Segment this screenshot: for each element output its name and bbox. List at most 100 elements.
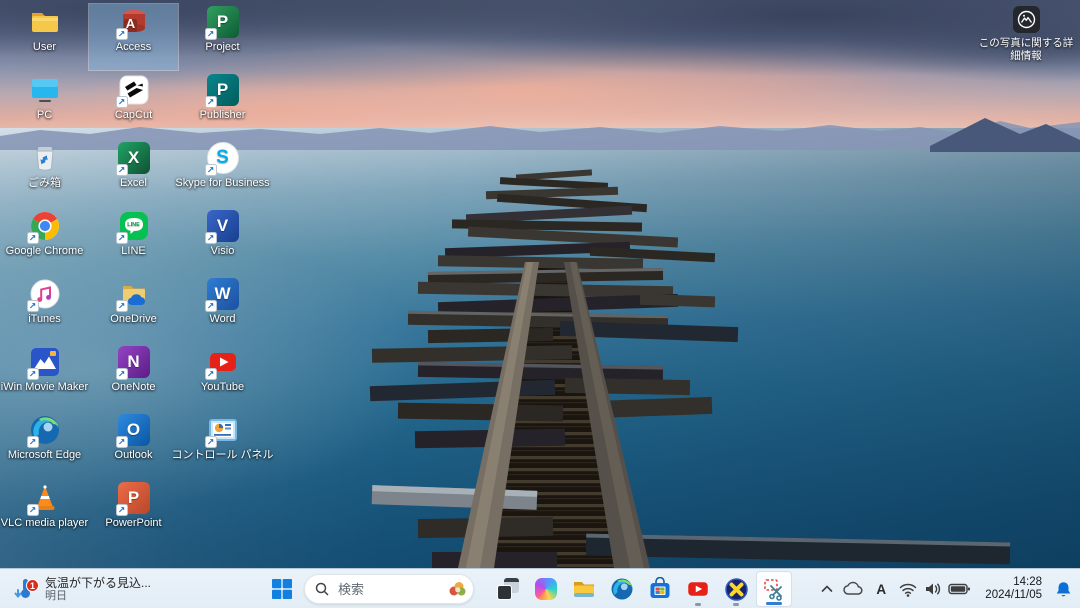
desktop-icon-microsoft-edge[interactable]: ↗ Microsoft Edge <box>0 412 89 478</box>
desktop-icon-word[interactable]: W ↗ Word <box>178 276 267 342</box>
onenote-icon: N ↗ <box>115 346 150 380</box>
desktop-icon-itunes[interactable]: ↗ iTunes <box>0 276 89 342</box>
desktop-icon-label: PC <box>36 109 53 121</box>
shortcut-arrow-icon: ↗ <box>204 232 217 244</box>
youtube-button[interactable] <box>680 571 716 607</box>
desktop-icon-excel[interactable]: X ↗ Excel <box>89 140 178 206</box>
volume-icon <box>926 583 941 595</box>
tray-network-volume-battery-button[interactable] <box>895 572 974 606</box>
shortcut-arrow-icon: ↗ <box>115 300 128 312</box>
desktop-icon-skype-for-business[interactable]: S ↗ Skype for Business <box>175 140 270 206</box>
tray-ime-mode-button[interactable]: A <box>867 572 895 606</box>
active-indicator <box>766 602 782 605</box>
desktop-icon-access[interactable]: A ↗ Access <box>88 3 179 71</box>
desktop-icon-line[interactable]: LINE ↗ LINE <box>89 208 178 274</box>
desktop-icon-recycle-bin[interactable]: ごみ箱 <box>0 140 89 206</box>
desktop-icon-label: Publisher <box>199 109 246 121</box>
shortcut-arrow-icon: ↗ <box>115 96 128 108</box>
task-view-icon <box>496 577 520 601</box>
widgets-weather-button[interactable]: 1 気温が下がる見込... 明日 <box>6 569 157 608</box>
desktop-icon-label: YouTube <box>200 381 245 393</box>
desktop-icon-capcut[interactable]: ↗ CapCut <box>89 72 178 138</box>
desktop-icon-vlc[interactable]: ↗ VLC media player <box>0 480 89 546</box>
control-panel-icon: ↗ <box>204 414 239 448</box>
desktop-icon-publisher[interactable]: P ↗ Publisher <box>178 72 267 138</box>
desktop-icon-label: Project <box>205 41 240 53</box>
file-explorer-button[interactable] <box>566 571 602 607</box>
desktop-icon-label: iTunes <box>28 313 61 325</box>
task-view-button[interactable] <box>490 571 526 607</box>
tray-onedrive-button[interactable] <box>839 572 867 606</box>
desktop-icon-visio[interactable]: V ↗ Visio <box>178 208 267 274</box>
notification-bell-button[interactable] <box>1051 572 1076 606</box>
capcut-icon: ↗ <box>115 74 150 108</box>
desktop-icon-label: OneNote <box>111 381 156 393</box>
desktop-icon-project[interactable]: P ↗ Project <box>178 4 267 70</box>
access-database-icon: A ↗ <box>115 6 150 40</box>
spotlight-info: この写真に関する詳細情報 <box>978 6 1074 63</box>
desktop-icon-onenote[interactable]: N ↗ OneNote <box>89 344 178 410</box>
skype-icon: S ↗ <box>204 142 239 176</box>
shortcut-arrow-icon: ↗ <box>204 164 217 176</box>
movie-maker-icon: ↗ <box>26 346 61 380</box>
desktop-icon-pc[interactable]: PC <box>0 72 89 138</box>
shortcut-arrow-icon: ↗ <box>26 504 39 516</box>
shortcut-arrow-icon: ↗ <box>115 28 128 40</box>
itunes-icon: ↗ <box>26 278 61 312</box>
spotlight-label: この写真に関する詳細情報 <box>978 37 1074 62</box>
desktop-icon-google-chrome[interactable]: ↗ Google Chrome <box>0 208 89 274</box>
system-tray: A 14:28 2024/11/05 <box>815 569 1080 608</box>
snipping-tool-button[interactable] <box>756 571 792 607</box>
desktop-icon-user[interactable]: User <box>0 4 89 70</box>
copilot-button[interactable] <box>528 571 564 607</box>
desktop-icon-onedrive[interactable]: ↗ OneDrive <box>89 276 178 342</box>
tray-show-hidden-icons-button[interactable] <box>815 572 839 606</box>
outlook-icon: O ↗ <box>115 414 150 448</box>
start-button[interactable] <box>264 571 300 607</box>
edge-button[interactable] <box>604 571 640 607</box>
desktop-icon-outlook[interactable]: O ↗ Outlook <box>89 412 178 478</box>
wifi-icon <box>900 583 917 597</box>
project-icon: P ↗ <box>204 6 239 40</box>
youtube-icon <box>686 577 710 601</box>
running-indicator <box>733 603 739 606</box>
desktop-icon-label: Microsoft Edge <box>7 449 82 461</box>
search-daily-image-icon <box>449 582 466 596</box>
desktop-icon-control-panel[interactable]: ↗ コントロール パネル <box>171 412 274 478</box>
landscape-photo-icon <box>1017 10 1035 29</box>
desktop-icon-label: Skype for Business <box>175 177 270 189</box>
edge-icon: ↗ <box>26 414 61 448</box>
shortcut-arrow-icon: ↗ <box>204 436 217 448</box>
x-app-button[interactable] <box>718 571 754 607</box>
desktop-icon-label: CapCut <box>114 109 153 121</box>
taskbar-search-box[interactable] <box>304 574 474 604</box>
search-input[interactable] <box>336 580 447 598</box>
desktop-icon-label: Excel <box>120 177 147 189</box>
copilot-icon <box>535 578 557 600</box>
monitor-icon <box>29 74 61 106</box>
desktop-icon-label: OneDrive <box>110 313 157 325</box>
tray-clock[interactable]: 14:28 2024/11/05 <box>982 572 1045 606</box>
visio-icon: V ↗ <box>204 210 239 244</box>
taskbar: 1 気温が下がる見込... 明日 検索 A 14:28 2024/11/05 <box>0 568 1080 608</box>
shortcut-arrow-icon: ↗ <box>204 96 217 108</box>
widget-headline: 気温が下がる見込... <box>45 575 152 590</box>
spotlight-learn-more-button[interactable] <box>1012 6 1040 33</box>
desktop-icon-iwin-movie-maker[interactable]: ↗ iWin Movie Maker <box>0 344 89 410</box>
microsoft-store-button[interactable] <box>642 571 678 607</box>
recycle-bin-icon <box>29 142 61 174</box>
thermometer-icon: 1 <box>12 576 39 602</box>
vlc-cone-icon: ↗ <box>26 482 61 516</box>
desktop-icon-label: ごみ箱 <box>28 177 61 189</box>
desktop-icon-powerpoint[interactable]: P ↗ PowerPoint <box>89 480 178 546</box>
shortcut-arrow-icon: ↗ <box>115 164 128 176</box>
desktop-icon-label: iWin Movie Maker <box>0 381 89 393</box>
publisher-icon: P ↗ <box>204 74 239 108</box>
desktop-icon-youtube[interactable]: ↗ YouTube <box>178 344 267 410</box>
running-indicator <box>695 603 701 606</box>
shortcut-arrow-icon: ↗ <box>115 232 128 244</box>
windows-desktop: この写真に関する詳細情報 User PC ごみ箱 ↗ Google Chrome… <box>0 0 1080 608</box>
shortcut-arrow-icon: ↗ <box>204 28 217 40</box>
search-icon <box>315 582 329 596</box>
desktop-icon-label: Outlook <box>114 449 153 461</box>
